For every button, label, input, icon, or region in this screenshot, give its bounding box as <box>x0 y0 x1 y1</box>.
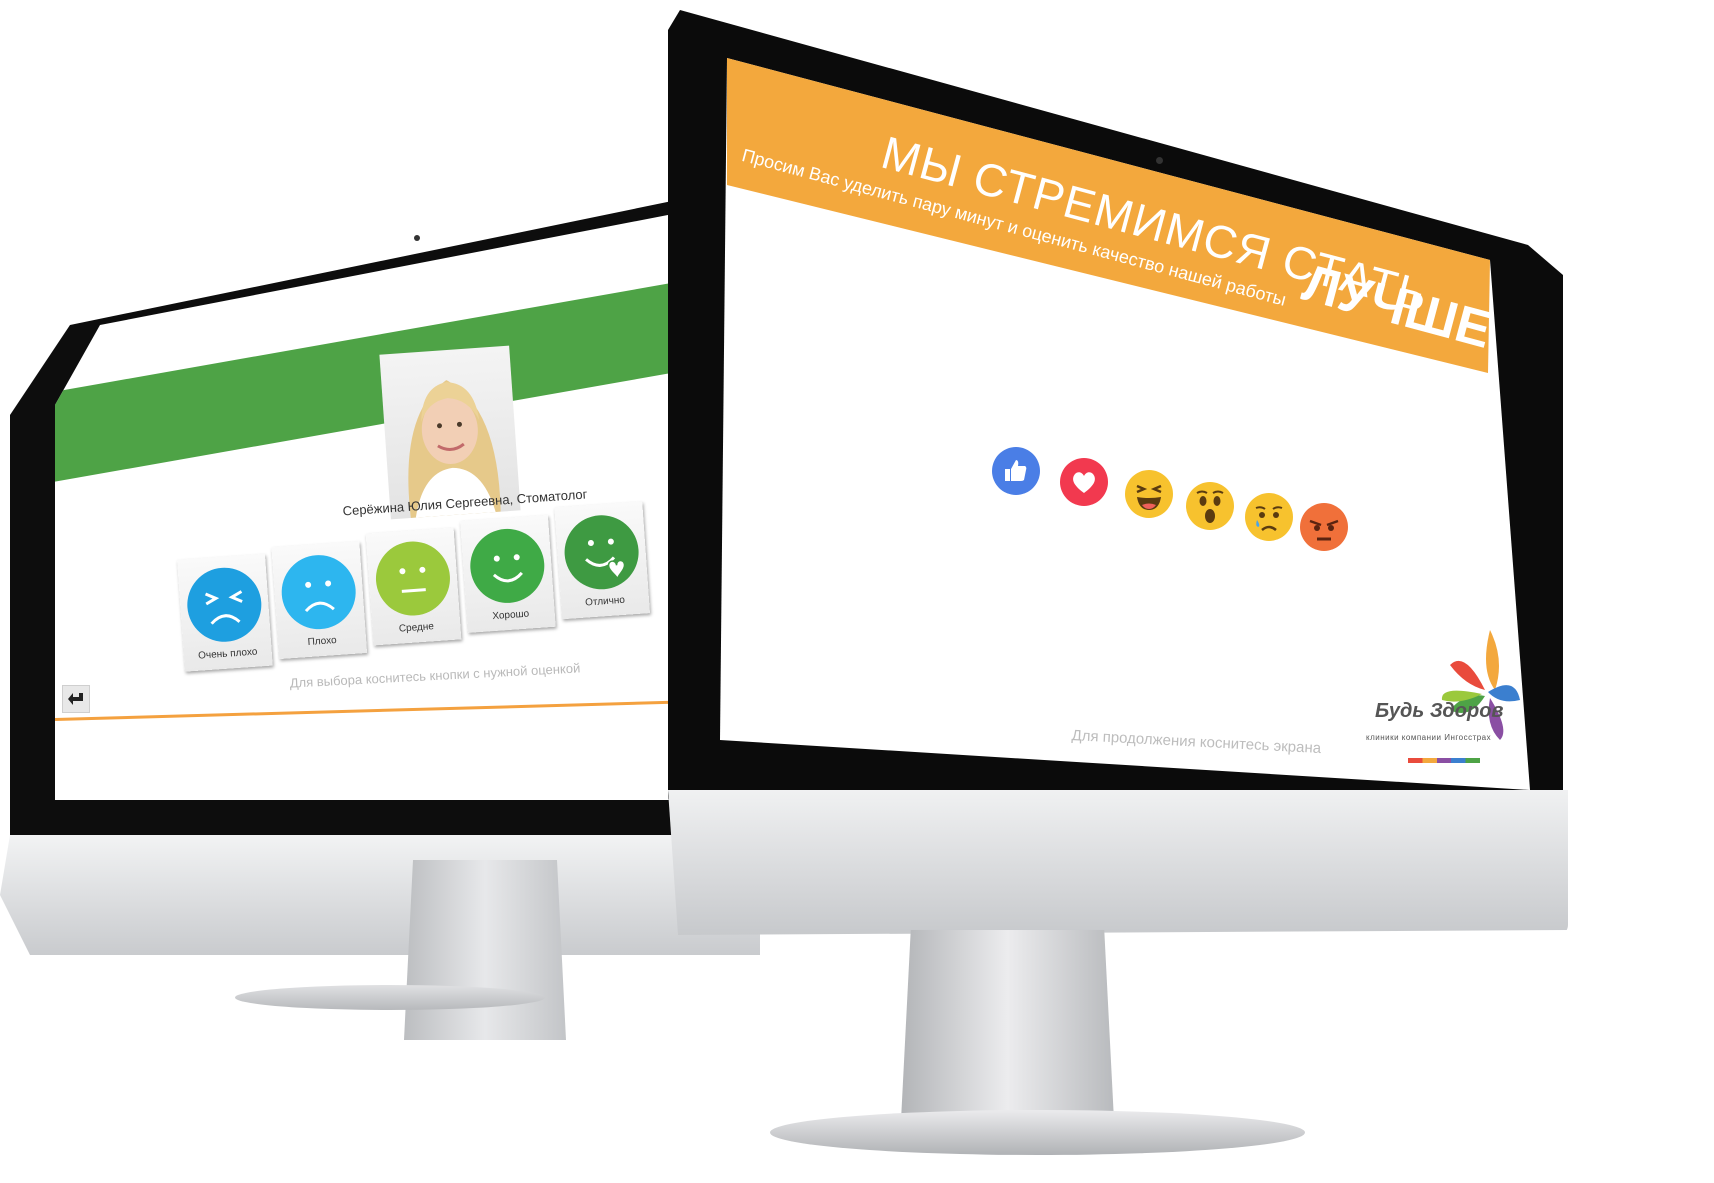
reaction-like-button[interactable] <box>992 447 1040 495</box>
right-camera <box>1156 157 1163 164</box>
reaction-haha-button[interactable] <box>1125 470 1173 518</box>
left-monitor-chin <box>0 835 760 955</box>
reaction-sad-button[interactable] <box>1245 493 1293 541</box>
very-bad-face-icon <box>187 567 262 642</box>
like-thumb-icon <box>1005 460 1027 481</box>
brand-tagline: клиники компании Ингосстрах <box>1366 733 1492 742</box>
rating-very-bad-button[interactable]: Очень плохо <box>177 553 273 672</box>
rating-options: Очень плохо Плохо Средне Хорошо Отлично <box>175 494 705 690</box>
rating-bad-button[interactable]: Плохо <box>271 541 368 660</box>
left-screen[interactable]: Пожалуйста, оцените качество приема у вр… <box>55 200 745 800</box>
reaction-love-button[interactable] <box>1060 458 1108 506</box>
rating-label: Хорошо <box>492 608 530 623</box>
reaction-wow-button[interactable] <box>1186 482 1234 530</box>
wow-face-icon <box>1196 490 1224 523</box>
rating-label: Отлично <box>584 594 626 609</box>
excellent-face-icon <box>564 515 639 590</box>
left-monitor-stand <box>404 860 566 1040</box>
right-monitor-foot <box>770 1110 1305 1155</box>
right-monitor-stand <box>900 930 1115 1140</box>
rating-label: Средне <box>398 621 435 635</box>
left-monitor-foot <box>235 985 545 1010</box>
left-monitor: Пожалуйста, оцените качество приема у вр… <box>0 0 760 1183</box>
haha-face-icon <box>1136 484 1162 510</box>
reaction-angry-button[interactable] <box>1300 503 1348 551</box>
rating-excellent-button[interactable]: Отлично <box>554 501 650 620</box>
love-heart-icon <box>1073 472 1095 493</box>
rating-good-button[interactable]: Хорошо <box>460 514 556 633</box>
sad-face-icon <box>1255 506 1283 531</box>
left-camera <box>414 235 420 241</box>
rating-label: Плохо <box>307 635 338 649</box>
good-face-icon <box>470 528 545 603</box>
neutral-face-icon <box>375 541 450 616</box>
brand-name: Будь Здоров <box>1375 700 1504 722</box>
back-arrow-icon <box>68 693 83 705</box>
brand-color-stripe <box>1408 758 1480 763</box>
angry-face-icon <box>1309 519 1339 541</box>
right-monitor-chin <box>668 790 1568 935</box>
bad-face-icon <box>281 555 356 630</box>
bottom-accent-line <box>55 698 745 721</box>
back-button[interactable] <box>62 685 90 713</box>
rating-label: Очень плохо <box>197 646 258 662</box>
rating-neutral-button[interactable]: Средне <box>365 527 462 646</box>
